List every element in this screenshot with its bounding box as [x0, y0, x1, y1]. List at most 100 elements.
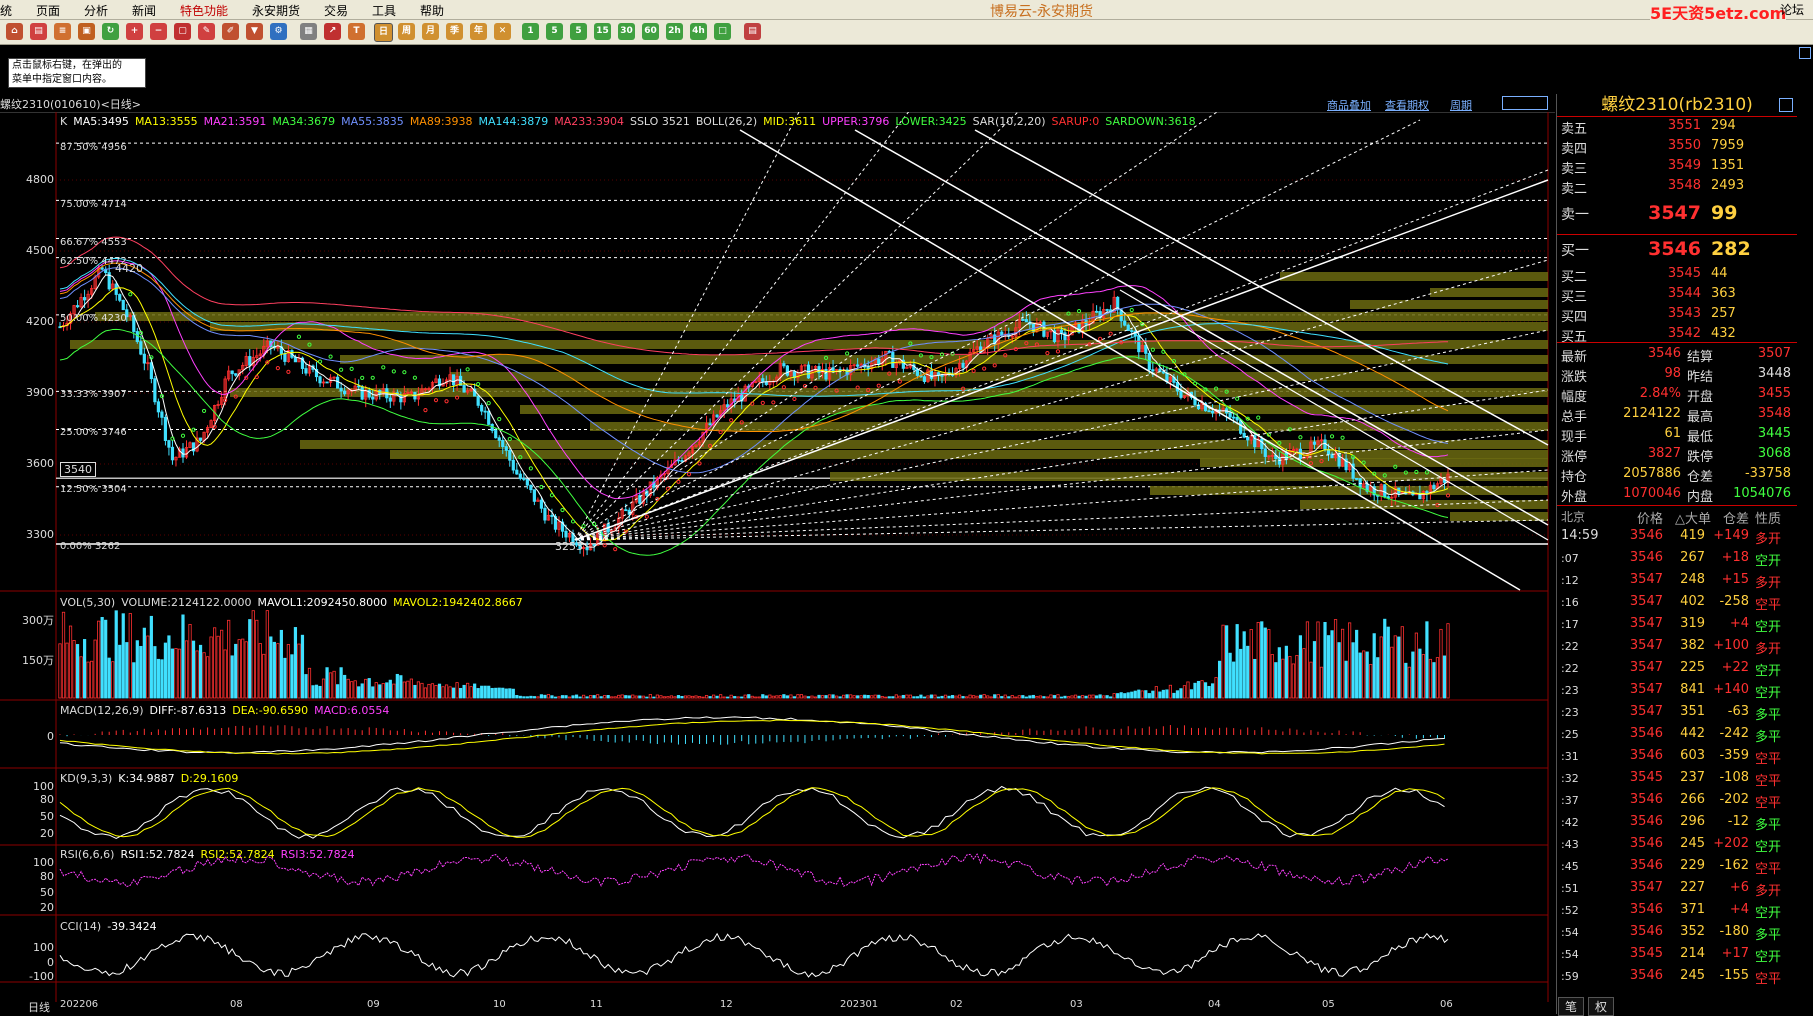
period-season-button[interactable]: 季 — [446, 23, 463, 40]
period-week-button[interactable]: 周 — [398, 23, 415, 40]
sar-dot — [1192, 381, 1198, 386]
draw-icon[interactable]: ✎ — [198, 23, 215, 40]
volume-bar — [68, 625, 73, 699]
window-controls-icon[interactable] — [1502, 96, 1548, 110]
menu-analysis[interactable]: 分析 — [84, 2, 108, 19]
ma-indicator-row: K MA5:3495 MA13:3555 MA21:3591 MA34:3679 MA55… — [60, 115, 1202, 128]
tick-oi-change: +4 — [1729, 616, 1749, 631]
volume-bar — [1232, 661, 1236, 699]
bid-volume: 282 — [1711, 238, 1751, 260]
period-15-button[interactable]: 15 — [594, 23, 611, 40]
list-icon[interactable]: ≡ — [54, 23, 71, 40]
candle-body — [1024, 319, 1028, 323]
tab-rights[interactable]: 权 — [1588, 997, 1615, 1016]
options-link[interactable]: 查看期权 — [1385, 97, 1429, 113]
menu-page[interactable]: 页面 — [36, 2, 60, 19]
volume-bar — [276, 643, 280, 699]
stat-value: 3546 — [1647, 346, 1681, 361]
candle-body — [1383, 484, 1387, 498]
side-restore-icon[interactable] — [1799, 47, 1811, 59]
stat-value: 3068 — [1757, 446, 1791, 461]
news-icon[interactable]: ▣ — [78, 23, 95, 40]
rsi-indicator-item: RSI1:52.7824 — [120, 848, 195, 861]
menu-system[interactable]: 统 — [0, 2, 12, 19]
period-2h-button[interactable]: 2h — [666, 23, 683, 40]
volume-bar — [1263, 627, 1267, 699]
tick-volume: 248 — [1680, 572, 1705, 587]
setting-icon[interactable]: ⚙ — [270, 23, 287, 40]
menu-trade[interactable]: 交易 — [324, 2, 348, 19]
period-4h-button[interactable]: 4h — [690, 23, 707, 40]
volume-bar — [473, 683, 477, 699]
volume-bar — [1045, 696, 1050, 699]
volume-bar — [567, 696, 572, 699]
refresh-icon[interactable]: ↻ — [102, 23, 119, 40]
menu-news[interactable]: 新闻 — [132, 2, 156, 19]
tab-ticks[interactable]: 笔 — [1558, 997, 1585, 1016]
volume-bar — [859, 695, 863, 699]
volume-bar — [1362, 650, 1366, 699]
menu-tools[interactable]: 工具 — [372, 2, 396, 19]
menu-special[interactable]: 特色功能 — [180, 2, 228, 19]
stat-label: 涨停 — [1561, 450, 1588, 465]
stat-label: 涨跌 — [1561, 370, 1588, 385]
candle-body — [497, 437, 501, 441]
cross-icon[interactable]: ✕ — [494, 23, 511, 40]
period-30-button[interactable]: 30 — [618, 23, 635, 40]
pen-icon[interactable]: ✐ — [222, 23, 239, 40]
volume-bar — [676, 695, 681, 699]
menu-yongan[interactable]: 永安期货 — [252, 2, 300, 19]
calc-icon[interactable]: ▤ — [744, 23, 761, 40]
period-link[interactable]: 周期 — [1450, 97, 1472, 113]
candle-body — [339, 387, 343, 392]
forum-link[interactable]: 论坛 — [1780, 1, 1804, 18]
tick-volume: 229 — [1680, 858, 1705, 873]
daily-icon[interactable]: 日 — [374, 23, 393, 42]
sar-dot — [539, 484, 544, 490]
panel-toggle-icon[interactable] — [1779, 98, 1793, 112]
volume-bar — [940, 695, 944, 699]
volume-bar — [655, 694, 659, 699]
candle-body — [1355, 477, 1359, 480]
custom-period-icon[interactable]: □ — [714, 23, 731, 40]
sar-dot — [781, 385, 786, 390]
candle-body — [121, 299, 125, 311]
period-60-button[interactable]: 60 — [642, 23, 659, 40]
volume-bar — [1288, 655, 1292, 699]
bid-row: 买三 3544 363 — [1561, 286, 1791, 305]
period-5-button[interactable]: 5 — [546, 23, 563, 40]
ask-volume: 7959 — [1711, 138, 1745, 153]
volume-bar — [1390, 646, 1394, 699]
overlay-link[interactable]: 商品叠加 — [1327, 97, 1371, 113]
volume-bar — [213, 627, 217, 699]
zoom-in-icon[interactable]: + — [126, 23, 143, 40]
table-icon[interactable]: ▦ — [300, 23, 317, 40]
tick-time: :54 — [1561, 948, 1579, 961]
period-month-button[interactable]: 月 — [422, 23, 439, 40]
zoom-out-icon[interactable]: − — [150, 23, 167, 40]
tick-time: :52 — [1561, 904, 1579, 917]
period-5b-button[interactable]: 5 — [570, 23, 587, 40]
line-chart-icon[interactable]: ↗ — [324, 23, 341, 40]
candle-body — [515, 469, 519, 475]
filter-icon[interactable]: ▼ — [246, 23, 263, 40]
volume-bar — [1084, 695, 1088, 699]
sar-dot — [1076, 308, 1082, 314]
volume-bar — [1400, 626, 1404, 699]
tick-icon[interactable]: T — [348, 23, 365, 40]
period-1-button[interactable]: 1 — [522, 23, 539, 40]
home-icon[interactable]: ⌂ — [6, 23, 23, 40]
volume-bar — [97, 620, 101, 699]
volume-bar — [255, 619, 259, 699]
volume-bar — [1017, 695, 1021, 699]
window-icon[interactable]: ▢ — [174, 23, 191, 40]
menu-help[interactable]: 帮助 — [420, 2, 444, 19]
tick-time: :59 — [1561, 970, 1579, 983]
tick-price: 3546 — [1629, 726, 1663, 741]
ma233-line — [59, 236, 1449, 356]
period-year-button[interactable]: 年 — [470, 23, 487, 40]
quote-icon[interactable]: ▤ — [30, 23, 47, 40]
sar-dot — [1055, 349, 1061, 354]
stat-value: 61 — [1664, 426, 1681, 441]
candle-body — [1179, 390, 1183, 398]
